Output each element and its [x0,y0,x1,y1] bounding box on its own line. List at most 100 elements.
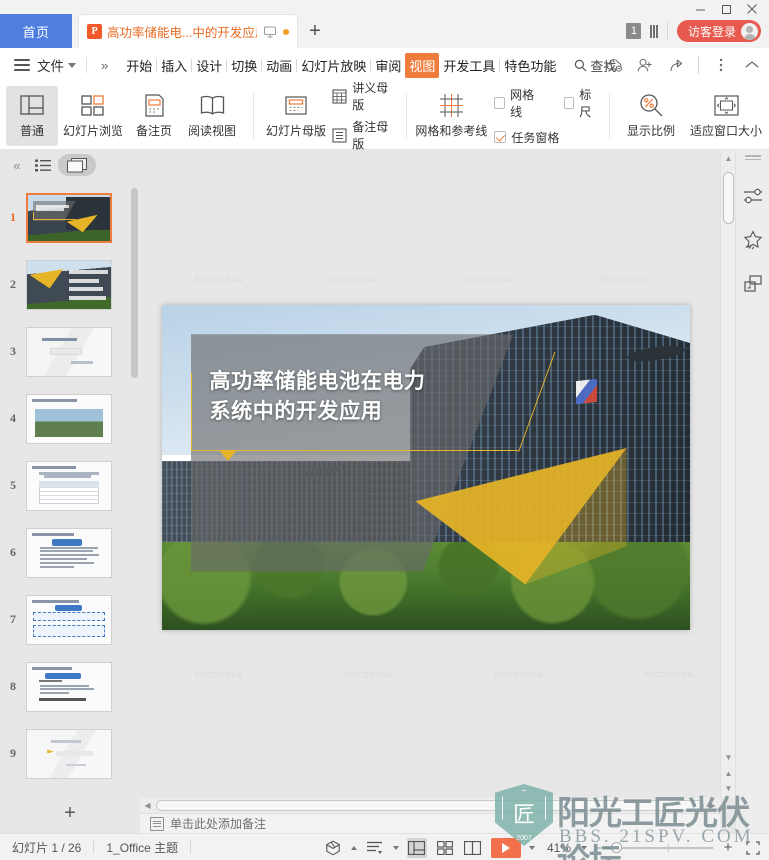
thumbnail-item-9[interactable]: 9 [0,720,140,787]
zoom-in-button[interactable]: + [721,839,735,856]
notes-pane[interactable]: 单击此处添加备注 [140,813,720,833]
checkbox-ruler[interactable]: 标尺 [563,86,601,120]
ink-icon[interactable] [323,838,343,858]
add-collaborator-icon[interactable] [636,56,654,74]
maximize-icon[interactable] [713,0,739,18]
thumbnail-preview[interactable] [26,192,112,243]
checkbox-ruler-box[interactable] [563,96,575,109]
fit-slide-icon[interactable] [743,838,763,858]
properties-panel-icon[interactable] [740,183,766,209]
close-icon[interactable] [739,0,765,18]
tab-start[interactable]: 开始 [122,53,156,78]
ink-dropdown-icon[interactable] [350,845,357,850]
view-reading-button[interactable]: 阅读视图 [180,86,244,146]
menu-hamburger-icon[interactable] [14,59,30,71]
thumbnail-preview[interactable] [26,393,112,444]
thumbnail-preview[interactable] [26,527,112,578]
slide-editing-surface[interactable]: 高功率储能电池在电力 系统中的开发应用 [162,305,690,630]
more-options-icon[interactable] [712,56,730,74]
view-sorter-button[interactable]: 幻灯片浏览 [58,86,128,146]
thumbnail-item-5[interactable]: 5 [0,452,140,519]
slide-master-button[interactable]: 幻灯片母版 [263,86,329,146]
view-normal-button[interactable]: 普通 [6,85,58,146]
thumbnail-preview[interactable] [26,661,112,712]
home-tab[interactable]: 首页 [0,14,72,48]
file-menu-button[interactable]: 文件 [37,55,76,75]
scroll-right-icon[interactable]: ▶ [705,801,720,810]
window-count-badge[interactable]: 1 [626,23,642,39]
text-align-dropdown-icon[interactable] [392,845,399,850]
vertical-scrollbar-thumb[interactable] [723,172,734,224]
canvas-vertical-scrollbar[interactable]: ▲ ▼ ▲ ▼ [720,150,735,798]
fit-window-button[interactable]: 适应窗口大小 [683,86,769,146]
cloud-sync-icon[interactable] [605,56,623,74]
expand-menu-icon[interactable]: » [97,58,112,73]
thumbnail-preview[interactable] [26,728,112,779]
play-dropdown-icon[interactable] [528,845,535,850]
statusbar-slide-sorter-icon[interactable] [435,838,455,858]
tab-transitions[interactable]: 切换 [227,53,261,78]
document-tab[interactable]: P 高功率储能电...中的开发应用 [78,14,298,48]
slide-canvas-area[interactable]: 阳光工匠光伏论坛 阳光工匠光伏论坛 阳光工匠光伏论坛 阳光工匠光伏论坛 阳光工匠… [140,150,735,833]
collapse-ribbon-icon[interactable] [743,56,761,74]
checkbox-task-pane-box[interactable] [494,131,507,143]
thumbnail-item-3[interactable]: 3 [0,318,140,385]
view-notes-page-button[interactable]: 备注页 [128,86,180,146]
thumbnail-list[interactable]: 1 2 3 4 5 6 7 8 9 [0,180,140,793]
thumbnail-item-7[interactable]: 7 [0,586,140,653]
checkbox-gridlines[interactable]: 网格线 [494,86,541,120]
statusbar-normal-view-icon[interactable] [406,837,427,858]
canvas-horizontal-scrollbar[interactable]: ◀ ▶ [140,798,720,813]
tab-slideshow[interactable]: 幻灯片放映 [297,53,370,78]
thumbnail-scrollbar-thumb[interactable] [131,188,138,378]
thumbnail-preview[interactable] [26,594,112,645]
notes-master-button[interactable]: 备注母版 [331,118,397,152]
slide-title-textbox[interactable]: 高功率储能电池在电力 系统中的开发应用 [210,367,500,427]
drag-handle-icon[interactable] [744,155,761,163]
zoom-track[interactable] [595,846,611,849]
slides-view-icon[interactable] [58,154,96,176]
thumbnail-preview[interactable] [26,460,112,511]
checkbox-task-pane[interactable]: 任务窗格 [494,129,600,146]
tab-design[interactable]: 设计 [192,53,226,78]
handout-master-button[interactable]: 讲义母版 [331,79,397,113]
tab-review[interactable]: 审阅 [371,53,405,78]
theme-name[interactable]: 1_Office 主题 [94,839,190,856]
zoom-slider[interactable] [595,842,713,853]
zoom-dropdown-icon[interactable] [581,845,587,850]
thumbnail-scrollbar[interactable] [131,188,138,785]
thumbnail-item-8[interactable]: 8 [0,653,140,720]
horizontal-scrollbar-thumb[interactable] [156,800,704,811]
new-tab-button[interactable]: + [298,14,332,48]
collapse-panel-icon[interactable]: « [6,158,28,173]
thumbnail-item-4[interactable]: 4 [0,385,140,452]
previous-slide-icon[interactable]: ▲ [721,767,735,780]
animation-panel-icon[interactable] [740,227,766,253]
zoom-track-right[interactable] [622,843,713,852]
thumbnail-preview[interactable] [26,326,112,377]
scroll-down-icon[interactable]: ▼ [721,751,735,764]
tab-developer[interactable]: 开发工具 [439,53,499,78]
minimize-icon[interactable] [687,0,713,18]
login-button[interactable]: 访客登录 [676,20,761,42]
statusbar-reading-view-icon[interactable] [463,838,483,858]
tab-view[interactable]: 视图 [405,52,440,78]
scroll-up-icon[interactable]: ▲ [721,152,735,165]
text-align-icon[interactable] [365,838,385,858]
tab-animations[interactable]: 动画 [262,53,296,78]
tab-insert[interactable]: 插入 [157,53,191,78]
outline-view-icon[interactable] [28,154,58,176]
thumbnail-item-2[interactable]: 2 [0,251,140,318]
thumbnail-item-6[interactable]: 6 [0,519,140,586]
add-slide-button[interactable]: + [0,793,140,833]
cast-icon[interactable] [262,24,277,39]
share-icon[interactable] [667,56,685,74]
zoom-slider-knob[interactable] [611,842,622,853]
window-list-icon[interactable] [650,24,658,38]
tab-special-features[interactable]: 特色功能 [500,53,560,78]
grid-guides-button[interactable]: 网格和参考线 [415,86,487,146]
zoom-level-label[interactable]: 41% [543,841,573,855]
play-slideshow-button[interactable] [490,837,521,858]
checkbox-gridlines-box[interactable] [494,96,506,109]
zoom-percent-button[interactable]: 显示比例 [619,86,683,146]
